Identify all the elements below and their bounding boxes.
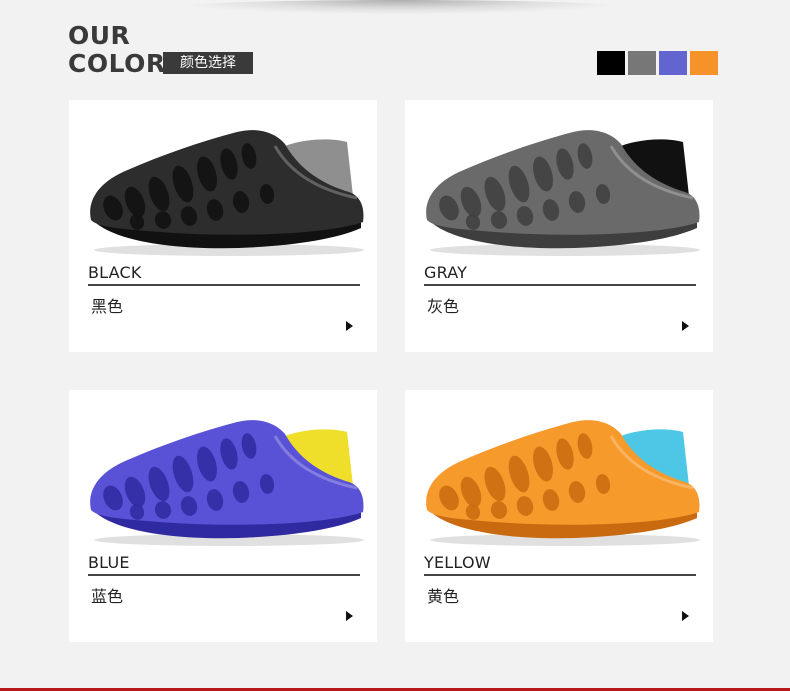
section-title: OUR COLOR bbox=[68, 22, 166, 78]
color-name-cn: 黄色 bbox=[427, 587, 460, 606]
color-card-yellow[interactable]: YELLOW 黄色 bbox=[405, 390, 713, 642]
color-name-cn: 蓝色 bbox=[91, 587, 124, 606]
swatch-orange[interactable] bbox=[690, 51, 718, 75]
divider bbox=[424, 574, 696, 576]
color-swatches bbox=[597, 51, 718, 75]
swatch-black[interactable] bbox=[597, 51, 625, 75]
shoe-image bbox=[90, 420, 364, 546]
color-select-badge: 颜色选择 bbox=[163, 52, 253, 74]
color-name-en: BLUE bbox=[88, 553, 130, 572]
arrow-right-icon[interactable] bbox=[346, 321, 353, 331]
color-name-cn: 黑色 bbox=[91, 297, 124, 316]
arrow-right-icon[interactable] bbox=[682, 611, 689, 621]
color-card-black[interactable]: BLACK 黑色 bbox=[69, 100, 377, 352]
shoe-image bbox=[426, 130, 700, 256]
color-card-gray[interactable]: GRAY 灰色 bbox=[405, 100, 713, 352]
divider bbox=[424, 284, 696, 286]
color-card-blue[interactable]: BLUE 蓝色 bbox=[69, 390, 377, 642]
top-shadow bbox=[180, 0, 620, 14]
title-line-2: COLOR bbox=[68, 49, 166, 78]
swatch-gray[interactable] bbox=[628, 51, 656, 75]
title-line-1: OUR bbox=[68, 21, 131, 50]
shoe-image bbox=[426, 420, 700, 546]
divider bbox=[88, 284, 360, 286]
color-name-en: GRAY bbox=[424, 263, 468, 282]
arrow-right-icon[interactable] bbox=[682, 321, 689, 331]
divider bbox=[88, 574, 360, 576]
color-name-en: BLACK bbox=[88, 263, 142, 282]
arrow-right-icon[interactable] bbox=[346, 611, 353, 621]
color-name-en: YELLOW bbox=[424, 553, 491, 572]
shoe-image bbox=[90, 130, 364, 256]
color-name-cn: 灰色 bbox=[427, 297, 460, 316]
swatch-blue[interactable] bbox=[659, 51, 687, 75]
